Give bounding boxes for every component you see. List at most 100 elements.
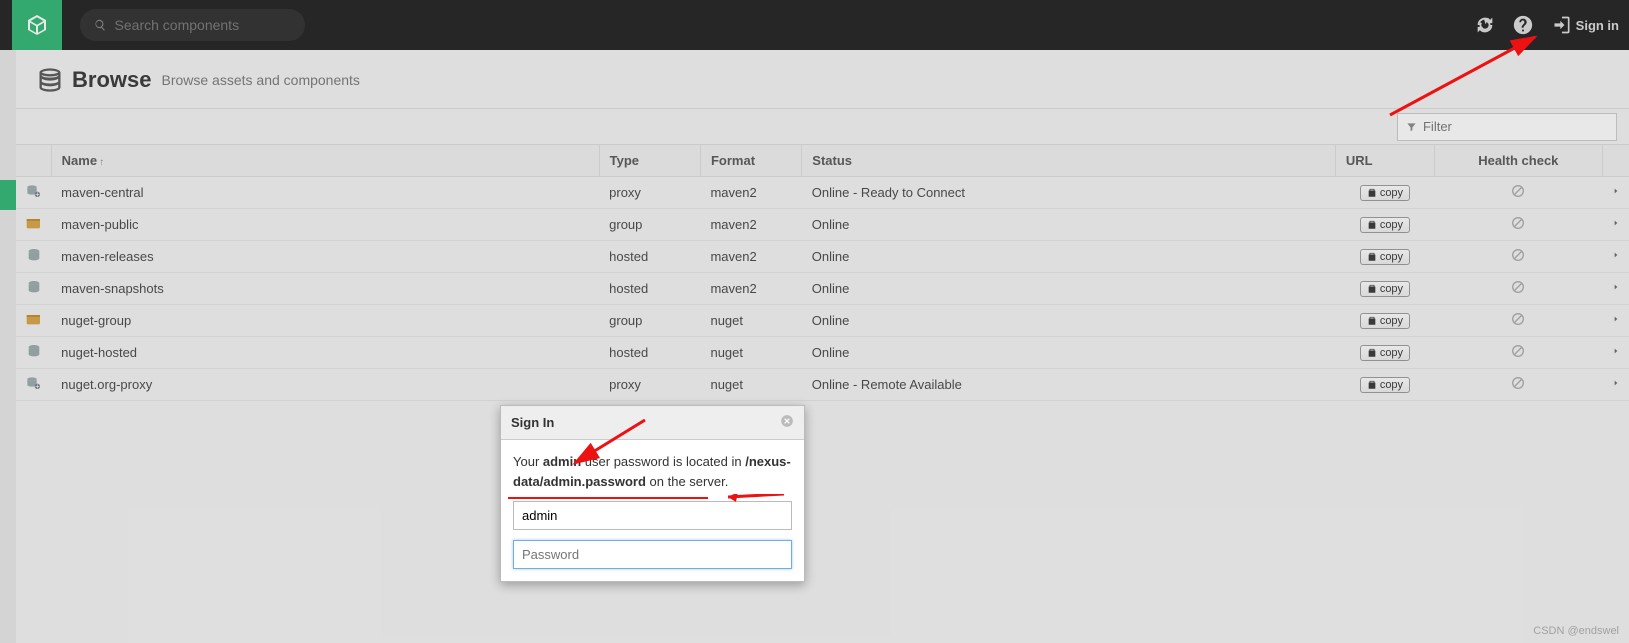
col-url-header[interactable]: URL	[1335, 145, 1434, 177]
repo-type-cell: proxy	[599, 177, 700, 209]
row-expand-cell[interactable]	[1602, 209, 1629, 241]
page-subtitle: Browse assets and components	[161, 72, 359, 88]
repo-format-cell: maven2	[700, 241, 801, 273]
modal-title: Sign In	[511, 415, 554, 430]
chevron-right-icon	[1612, 377, 1620, 389]
repo-status-cell: Online - Remote Available	[802, 369, 1336, 401]
table-row[interactable]: maven-centralproxymaven2Online - Ready t…	[16, 177, 1629, 209]
row-expand-cell[interactable]	[1602, 241, 1629, 273]
side-accent	[0, 50, 16, 643]
username-field[interactable]	[513, 501, 792, 530]
copy-url-button[interactable]: copy	[1360, 185, 1410, 201]
table-row[interactable]: maven-snapshotshostedmaven2Onlinecopy	[16, 273, 1629, 305]
clipboard-icon	[1367, 220, 1377, 230]
signin-modal: Sign In Your admin user password is loca…	[500, 405, 805, 582]
chevron-right-icon	[1612, 281, 1620, 293]
search-icon	[94, 18, 107, 32]
repo-status-cell: Online	[802, 241, 1336, 273]
signin-label: Sign in	[1576, 18, 1619, 33]
col-expand-header	[1602, 145, 1629, 177]
health-disabled-icon	[1510, 315, 1526, 330]
col-type-header[interactable]: Type	[599, 145, 700, 177]
refresh-icon[interactable]	[1474, 14, 1496, 36]
repos-table: Name↑ Type Format Status URL Health chec…	[16, 145, 1629, 401]
repo-type-icon	[26, 343, 42, 359]
repo-type-cell: group	[599, 209, 700, 241]
help-icon[interactable]	[1512, 14, 1534, 36]
logo[interactable]	[12, 0, 62, 50]
cube-icon	[25, 13, 49, 37]
repo-url-cell: copy	[1335, 177, 1434, 209]
repo-type-cell: group	[599, 305, 700, 337]
search-input[interactable]	[115, 17, 291, 33]
health-disabled-icon	[1510, 219, 1526, 234]
repo-status-cell: Online	[802, 337, 1336, 369]
modal-body: Your admin user password is located in /…	[501, 440, 804, 581]
repo-format-cell: maven2	[700, 177, 801, 209]
search-box[interactable]	[80, 9, 305, 41]
repo-health-cell	[1435, 369, 1603, 401]
copy-url-button[interactable]: copy	[1360, 249, 1410, 265]
row-expand-cell[interactable]	[1602, 273, 1629, 305]
repo-type-cell: hosted	[599, 241, 700, 273]
repo-status-cell: Online - Ready to Connect	[802, 177, 1336, 209]
page-title: Browse	[72, 67, 151, 93]
repo-type-icon	[26, 247, 42, 263]
copy-url-button[interactable]: copy	[1360, 313, 1410, 329]
clipboard-icon	[1367, 252, 1377, 262]
repo-name-cell: maven-central	[51, 177, 599, 209]
repo-status-cell: Online	[802, 209, 1336, 241]
chevron-right-icon	[1612, 249, 1620, 261]
signin-icon	[1552, 15, 1572, 35]
table-row[interactable]: nuget-hostedhostednugetOnlinecopy	[16, 337, 1629, 369]
health-disabled-icon	[1510, 187, 1526, 202]
sort-asc-icon: ↑	[99, 157, 104, 168]
page-header: Browse Browse assets and components	[16, 50, 1629, 109]
signin-button[interactable]: Sign in	[1552, 15, 1619, 35]
copy-url-button[interactable]: copy	[1360, 345, 1410, 361]
repo-url-cell: copy	[1335, 337, 1434, 369]
table-row[interactable]: nuget-groupgroupnugetOnlinecopy	[16, 305, 1629, 337]
repo-health-cell	[1435, 273, 1603, 305]
repo-url-cell: copy	[1335, 369, 1434, 401]
filter-box[interactable]	[1397, 113, 1617, 141]
main: Browse Browse assets and components Name…	[16, 50, 1629, 643]
repo-health-cell	[1435, 337, 1603, 369]
row-expand-cell[interactable]	[1602, 369, 1629, 401]
repo-format-cell: maven2	[700, 209, 801, 241]
repo-name-cell: nuget-hosted	[51, 337, 599, 369]
repo-health-cell	[1435, 241, 1603, 273]
clipboard-icon	[1367, 188, 1377, 198]
chevron-right-icon	[1612, 313, 1620, 325]
repo-icon-cell	[16, 177, 51, 209]
row-expand-cell[interactable]	[1602, 337, 1629, 369]
col-icon-header[interactable]	[16, 145, 51, 177]
table-row[interactable]: nuget.org-proxyproxynugetOnline - Remote…	[16, 369, 1629, 401]
copy-url-button[interactable]: copy	[1360, 281, 1410, 297]
watermark: CSDN @endswel	[1533, 625, 1619, 637]
row-expand-cell[interactable]	[1602, 305, 1629, 337]
close-icon	[780, 414, 794, 428]
password-field[interactable]	[513, 540, 792, 569]
col-health-header[interactable]: Health check	[1435, 145, 1603, 177]
filter-input[interactable]	[1423, 119, 1608, 134]
col-format-header[interactable]: Format	[700, 145, 801, 177]
repo-format-cell: nuget	[700, 369, 801, 401]
repo-name-cell: nuget-group	[51, 305, 599, 337]
repo-type-icon	[26, 279, 42, 295]
top-nav: Sign in	[0, 0, 1629, 50]
table-row[interactable]: maven-releaseshostedmaven2Onlinecopy	[16, 241, 1629, 273]
chevron-right-icon	[1612, 185, 1620, 197]
filter-icon	[1406, 121, 1417, 133]
copy-url-button[interactable]: copy	[1360, 377, 1410, 393]
repo-health-cell	[1435, 177, 1603, 209]
row-expand-cell[interactable]	[1602, 177, 1629, 209]
table-row[interactable]: maven-publicgroupmaven2Onlinecopy	[16, 209, 1629, 241]
col-status-header[interactable]: Status	[802, 145, 1336, 177]
repo-icon-cell	[16, 305, 51, 337]
copy-url-button[interactable]: copy	[1360, 217, 1410, 233]
repo-url-cell: copy	[1335, 241, 1434, 273]
health-disabled-icon	[1510, 251, 1526, 266]
modal-close-button[interactable]	[780, 414, 794, 431]
col-name-header[interactable]: Name↑	[51, 145, 599, 177]
